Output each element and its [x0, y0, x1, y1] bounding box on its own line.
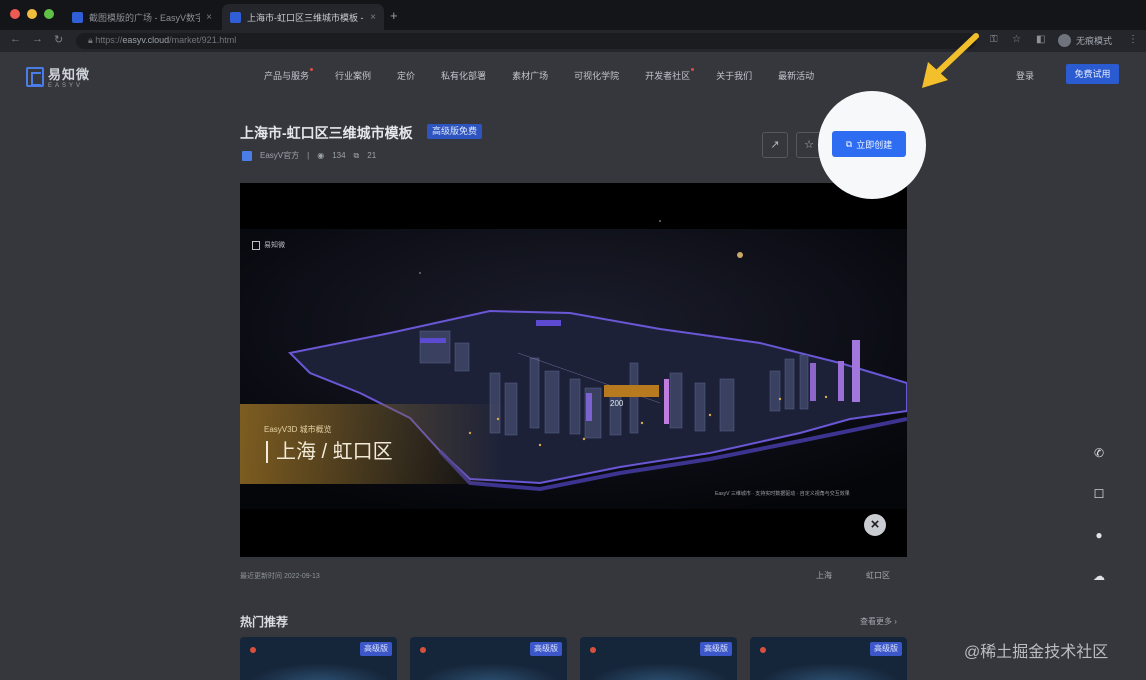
site-logo[interactable]: 易知微 EASYV [26, 64, 90, 89]
banner-title: 上海 / 虹口区 [266, 441, 393, 463]
close-window-button[interactable] [10, 9, 20, 19]
reload-icon[interactable]: ↻ [54, 33, 63, 46]
pin-icon [760, 647, 766, 653]
recommend-title: 热门推荐 [240, 615, 289, 629]
back-icon[interactable]: ← [10, 33, 21, 45]
share-icon: ↗ [770, 139, 780, 151]
tab-title: 上海市-虹口区三维城市模板 - E [247, 12, 365, 23]
template-meta: EasyV官方 | ◉ 134 ⧉ 21 [242, 150, 376, 161]
chat-icon[interactable]: ● [1092, 528, 1106, 542]
logo-mark-icon [26, 66, 44, 87]
menu-kebab-icon[interactable]: ⋮ [1128, 34, 1138, 45]
page-title: 上海市-虹口区三维城市模板 [240, 125, 413, 141]
close-icon[interactable]: × [864, 514, 886, 536]
copy-count: 21 [367, 151, 377, 160]
nav-item-events[interactable]: 最新活动 [778, 69, 814, 82]
status-badge: 高级版免费 [427, 124, 483, 139]
copy-count-icon: ⧉ [353, 150, 360, 160]
pointer-arrow-icon [922, 33, 979, 88]
nav-item-developers[interactable]: 开发者社区 [645, 68, 695, 82]
key-icon[interactable]: ⚿ [990, 34, 998, 45]
card-tag: 高级版 [700, 642, 732, 656]
close-tab-icon[interactable]: × [370, 12, 376, 23]
recommend-card[interactable]: 高级版 [240, 637, 397, 680]
tag-link[interactable]: 上海 [816, 570, 832, 581]
logo-text: 易知微 [48, 67, 91, 82]
new-tab-button[interactable]: + [390, 8, 398, 23]
floating-sidebar: ✆ ☐ ● ☁ [1092, 446, 1106, 583]
card-tag: 高级版 [360, 642, 392, 656]
share-button[interactable]: ↗ [762, 132, 788, 158]
phone-icon[interactable]: ✆ [1092, 446, 1106, 460]
preview-logo-text: 易知微 [264, 242, 285, 249]
city-3d-render [240, 220, 907, 509]
template-preview[interactable]: 易知微 EasyV3D 城市概览 上海 / 虹口区 200 EasyV 三维城市… [240, 183, 907, 557]
divider: | [307, 151, 310, 160]
forward-icon[interactable]: → [32, 33, 43, 45]
logo-mark-icon [252, 240, 260, 250]
nav-item-academy[interactable]: 可视化学院 [574, 69, 619, 82]
free-trial-button[interactable]: 免费试用 [1066, 64, 1119, 84]
tag-link[interactable]: 虹口区 [866, 570, 890, 581]
bookmark-star-icon[interactable]: ☆ [1012, 34, 1021, 45]
view-count: 134 [332, 151, 346, 160]
close-tab-icon[interactable]: × [206, 12, 212, 23]
card-tag: 高级版 [530, 642, 562, 656]
profile-label: 无痕模式 [1076, 36, 1113, 46]
minimize-window-button[interactable] [27, 9, 37, 19]
nav-item-cases[interactable]: 行业案例 [335, 69, 371, 82]
pin-icon [590, 647, 596, 653]
pin-icon [420, 647, 426, 653]
browser-tab-template[interactable]: 上海市-虹口区三维城市模板 - E × [222, 4, 384, 30]
sidepanel-icon[interactable]: ◧ [1036, 34, 1045, 45]
page-content: 易知微 EASYV 产品与服务 行业案例 定价 私有化部署 素材广场 可视化学院… [0, 52, 1146, 680]
star-dot [737, 252, 743, 258]
url-scheme: https:// [95, 35, 123, 45]
browser-tab-bar: 截图模版的广场 - EasyV数字孪生 × 上海市-虹口区三维城市模板 - E … [0, 0, 1146, 30]
maximize-window-button[interactable] [44, 9, 54, 19]
preview-caption: EasyV 三维城市 · 支持实时数据驱动 · 自定义视角与交互效果 [715, 491, 850, 497]
main-nav: 产品与服务 行业案例 定价 私有化部署 素材广场 可视化学院 开发者社区 关于我… [264, 68, 814, 82]
create-now-button[interactable]: ⧉ 立即创建 [832, 131, 906, 157]
favicon-icon [230, 11, 241, 23]
recommend-card[interactable]: 高级版 [410, 637, 567, 680]
url-host: easyv.cloud [122, 35, 170, 45]
watermark: @稀土掘金技术社区 [964, 644, 1109, 661]
banner-subtitle: EasyV3D 城市概览 [264, 425, 332, 434]
nav-item-private-deploy[interactable]: 私有化部署 [441, 69, 486, 82]
preview-logo: 易知微 [252, 240, 285, 250]
author-logo-icon [242, 150, 252, 161]
url-path: /market/921.html [169, 35, 237, 45]
create-now-label: 立即创建 [856, 139, 893, 150]
wechat-icon[interactable]: ☁ [1092, 569, 1106, 583]
nav-item-assets[interactable]: 素材广场 [512, 69, 548, 82]
profile-button[interactable]: 无痕模式 [1058, 34, 1112, 47]
author-name[interactable]: EasyV官方 [260, 150, 299, 161]
nav-item-products[interactable]: 产品与服务 [264, 68, 314, 82]
recommend-card[interactable]: 高级版 [750, 637, 907, 680]
tooltip-value: 200 [610, 399, 624, 408]
url-input[interactable]: 🔒︎ https://easyv.cloud/market/921.html [76, 33, 976, 49]
login-link[interactable]: 登录 [1016, 69, 1034, 82]
star-icon: ☆ [804, 139, 814, 151]
eye-icon: ◉ [317, 151, 325, 160]
nav-item-about[interactable]: 关于我们 [716, 69, 752, 82]
copy-icon: ⧉ [845, 138, 853, 149]
see-more-link[interactable]: 查看更多 › [860, 616, 897, 627]
card-tag: 高级版 [870, 642, 902, 656]
trial-icon[interactable]: ☐ [1092, 487, 1106, 501]
browser-tab-marketplace[interactable]: 截图模版的广场 - EasyV数字孪生 × [64, 4, 220, 30]
nav-item-pricing[interactable]: 定价 [397, 69, 415, 82]
map-tooltip [604, 385, 659, 397]
highlight-tower [852, 340, 860, 402]
pin-icon [250, 647, 256, 653]
tab-title: 截图模版的广场 - EasyV数字孪生 [89, 12, 201, 23]
recommend-card[interactable]: 高级版 [580, 637, 737, 680]
avatar [1058, 34, 1071, 47]
logo-subtext: EASYV [48, 83, 84, 89]
favicon-icon [72, 11, 83, 23]
updated-time: 最近更新时间 2022-09-13 [240, 573, 320, 580]
window-controls [10, 9, 54, 19]
